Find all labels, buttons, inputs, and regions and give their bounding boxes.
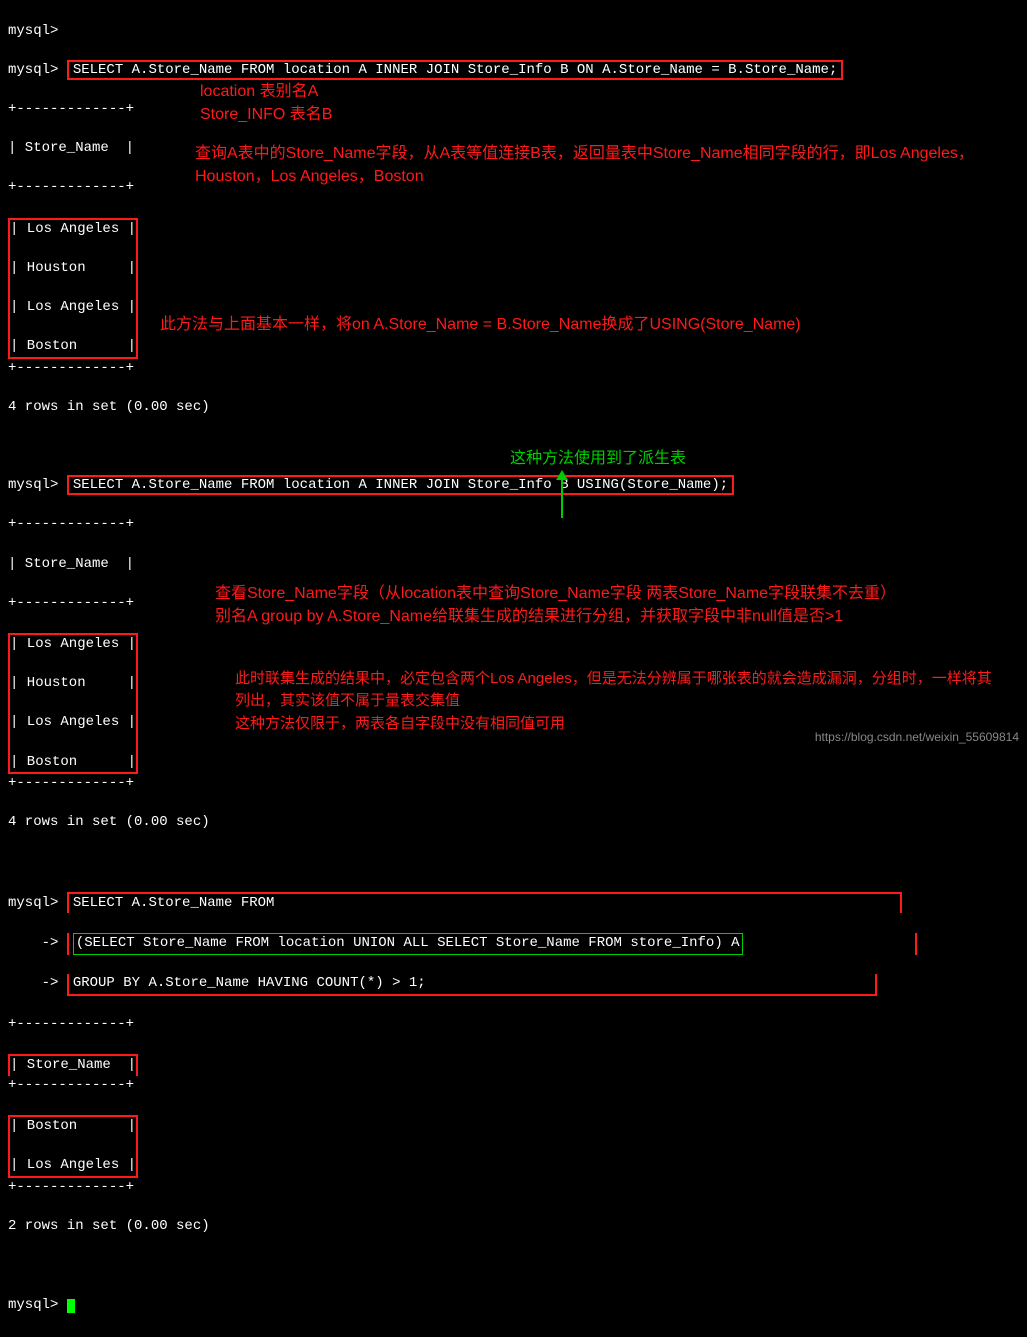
table-sep: +-------------+ [8,359,1019,379]
table-row: | Houston | [10,259,136,279]
table-sep: +-------------+ [8,515,1019,535]
table-header: | Store_Name | [10,1056,136,1076]
table-sep: +-------------+ [8,774,1019,794]
query-3-box-bot: GROUP BY A.Store_Name HAVING COUNT(*) > … [67,974,877,996]
cursor[interactable] [67,1299,75,1313]
rows-footer: 2 rows in set (0.00 sec) [8,1217,1019,1237]
query-3c: GROUP BY A.Store_Name HAVING COUNT(*) > … [73,975,426,991]
table-row: | Los Angeles | [10,635,136,655]
annotation-2: 查询A表中的Store_Name字段，从A表等值连接B表，返回量表中Store_… [195,142,985,188]
query-2-box: SELECT A.Store_Name FROM location A INNE… [67,475,734,495]
results-2-box: | Los Angeles | | Houston | | Los Angele… [8,633,138,774]
arrow-line [561,480,563,518]
query-1-box: SELECT A.Store_Name FROM location A INNE… [67,60,844,80]
table-row: | Boston | [10,753,136,773]
mysql-prompt: mysql> [8,895,58,911]
table-row: | Boston | [10,1117,136,1137]
table-row: | Boston | [10,337,136,357]
table-row: | Los Angeles | [10,713,136,733]
table-row: | Houston | [10,674,136,694]
watermark: https://blog.csdn.net/weixin_55609814 [815,729,1019,746]
annotation-green: 这种方法使用到了派生表 [510,448,686,470]
table-header: | Store_Name | [8,555,1019,575]
cont-prompt: -> [8,975,58,991]
query-2: SELECT A.Store_Name FROM location A INNE… [73,477,728,493]
mysql-prompt: mysql> [8,23,58,39]
table-sep: +-------------+ [8,1178,1019,1198]
query-1: SELECT A.Store_Name FROM location A INNE… [73,62,838,78]
table-row: | Los Angeles | [10,298,136,318]
mysql-prompt: mysql> [8,62,58,78]
query-3b: (SELECT Store_Name FROM location UNION A… [76,935,740,951]
arrow-head-icon [556,470,568,480]
table-row: | Los Angeles | [10,1156,136,1176]
annotation-5: 此时联集生成的结果中，必定包含两个Los Angeles，但是无法分辨属于哪张表… [235,668,1005,712]
query-3b-greenbox: (SELECT Store_Name FROM location UNION A… [73,933,743,955]
query-3-box-top: SELECT A.Store_Name FROM [67,892,902,914]
cont-prompt: -> [8,935,58,951]
query-3-box-mid: (SELECT Store_Name FROM location UNION A… [67,933,917,955]
rows-footer: 4 rows in set (0.00 sec) [8,813,1019,833]
annotation-3: 此方法与上面基本一样，将on A.Store_Name = B.Store_Na… [160,313,810,336]
table-row: | Los Angeles | [10,220,136,240]
annotation-1: location 表别名A Store_INFO 表名B [200,80,332,126]
annotation-4: 查看Store_Name字段（从location表中查询Store_Name字段… [215,582,895,628]
results-1-box: | Los Angeles | | Houston | | Los Angele… [8,218,138,359]
table-sep: +-------------+ [8,1015,1019,1035]
results-3-header-box: | Store_Name | [8,1054,138,1076]
rows-footer: 4 rows in set (0.00 sec) [8,398,1019,418]
mysql-prompt: mysql> [8,1297,58,1313]
table-sep: +-------------+ [8,1076,1019,1096]
mysql-prompt: mysql> [8,477,58,493]
query-3a: SELECT A.Store_Name FROM [73,895,275,911]
table-sep: +-------------+ [8,100,1019,120]
results-3-box: | Boston | | Los Angeles | [8,1115,138,1178]
